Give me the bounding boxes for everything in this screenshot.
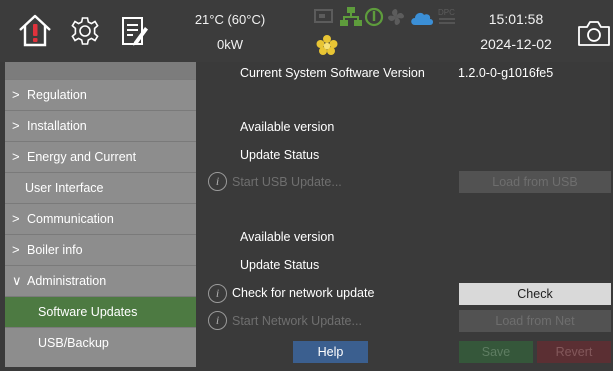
chevron-right-icon: >	[12, 87, 20, 102]
sidebar-item-usb-backup[interactable]: USB/Backup	[5, 327, 196, 358]
sidebar-item-energy-and-current[interactable]: > Energy and Current	[5, 141, 196, 172]
monitor-icon	[314, 8, 336, 29]
sidebar-item-label: Administration	[27, 274, 107, 288]
sidebar-item-regulation[interactable]: > Regulation	[5, 79, 196, 110]
power-icon	[364, 7, 384, 30]
sidebar-item-communication[interactable]: > Communication	[5, 203, 196, 234]
main-panel: Current System Software Version 1.2.0-0-…	[196, 62, 613, 371]
info-icon[interactable]: i	[208, 311, 227, 330]
sidebar-item-installation[interactable]: > Installation	[5, 110, 196, 141]
sidebar-item-label: Communication	[27, 212, 114, 226]
sidebar-item-administration[interactable]: ∨ Administration	[5, 265, 196, 296]
info-icon[interactable]: i	[208, 172, 227, 191]
save-button[interactable]: Save	[459, 341, 533, 363]
sidebar-item-boiler-info[interactable]: > Boiler info	[5, 234, 196, 265]
sidebar-item-label: Regulation	[27, 88, 87, 102]
sidebar: > Regulation > Installation > Energy and…	[5, 62, 196, 367]
chevron-right-icon: >	[12, 149, 20, 164]
sidebar-item-label: Energy and Current	[27, 150, 137, 164]
start-usb-update-label: Start USB Update...	[232, 175, 342, 189]
chevron-down-icon: ∨	[12, 273, 22, 288]
revert-button[interactable]: Revert	[537, 341, 611, 363]
settings-gear-icon[interactable]	[69, 15, 101, 50]
current-version-label: Current System Software Version	[240, 66, 425, 80]
sidebar-item-label: USB/Backup	[38, 336, 109, 350]
chevron-right-icon: >	[12, 242, 20, 257]
help-button[interactable]: Help	[293, 341, 368, 363]
flower-icon	[316, 35, 338, 58]
net-available-version-label: Available version	[240, 230, 335, 244]
fan-icon	[386, 7, 406, 30]
check-network-update-label: Check for network update	[232, 286, 375, 300]
date: 2024-12-02	[480, 36, 552, 52]
sidebar-item-label: Software Updates	[38, 305, 138, 319]
camera-icon[interactable]	[577, 19, 611, 50]
notes-edit-icon[interactable]	[120, 15, 150, 50]
sidebar-item-label: Boiler info	[27, 243, 83, 257]
net-update-status-label: Update Status	[240, 258, 320, 272]
chevron-right-icon: >	[12, 118, 20, 133]
temperature-readout: 21°C (60°C)	[194, 12, 266, 27]
sidebar-item-label: Installation	[27, 119, 87, 133]
usb-available-version-label: Available version	[240, 120, 335, 134]
start-network-update-label: Start Network Update...	[232, 314, 362, 328]
top-bar: 21°C (60°C) 0kW DPC 15:01:58 2024-12-02	[0, 0, 613, 62]
network-icon	[339, 6, 363, 31]
sidebar-item-user-interface[interactable]: User Interface	[5, 172, 196, 203]
dpc-icon: DPC	[436, 6, 458, 31]
sidebar-item-label: User Interface	[25, 181, 104, 195]
info-icon[interactable]: i	[208, 284, 227, 303]
svg-text:DPC: DPC	[438, 8, 455, 17]
sidebar-scroll-top	[5, 62, 196, 79]
load-from-usb-button[interactable]: Load from USB	[459, 171, 611, 193]
sidebar-item-software-updates[interactable]: Software Updates	[5, 296, 196, 327]
usb-update-status-label: Update Status	[240, 148, 320, 162]
home-alert-icon[interactable]	[16, 13, 54, 50]
chevron-right-icon: >	[12, 211, 20, 226]
clock: 15:01:58	[488, 11, 544, 27]
cloud-icon	[409, 9, 435, 30]
check-button[interactable]: Check	[459, 283, 611, 305]
load-from-net-button[interactable]: Load from Net	[459, 310, 611, 332]
power-readout: 0kW	[217, 37, 243, 52]
current-version-value: 1.2.0-0-g1016fe5	[458, 66, 554, 80]
